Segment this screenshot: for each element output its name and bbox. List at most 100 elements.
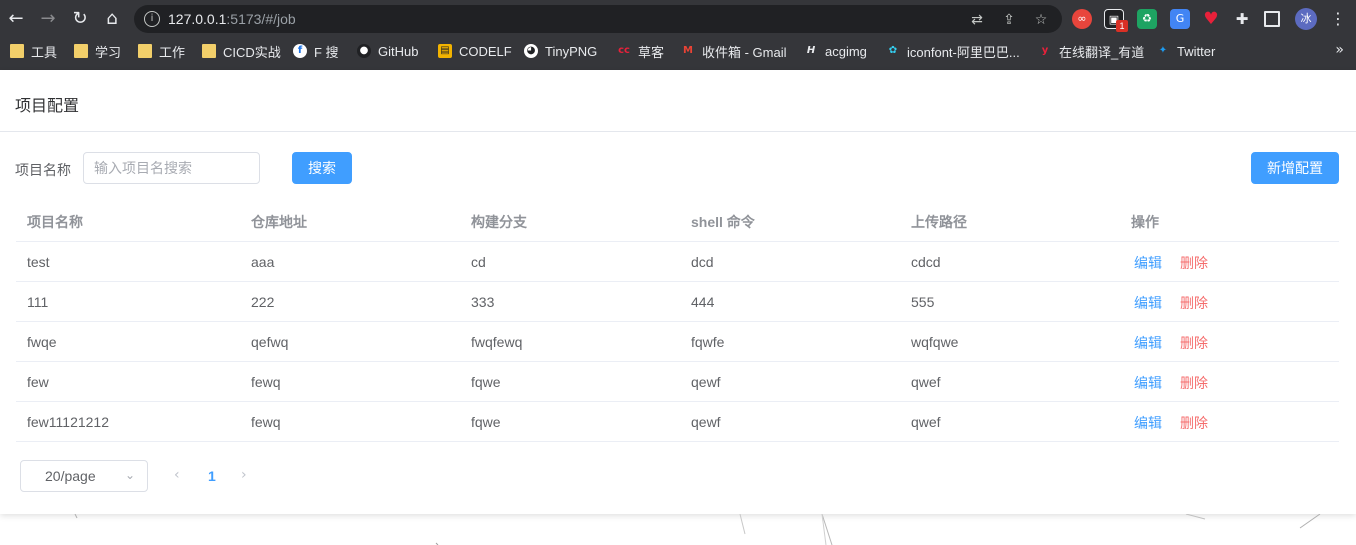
cell-name: test [27, 254, 50, 270]
cell-shell: fqwfe [691, 334, 725, 350]
bookmark-folder-tools[interactable]: 工具 [10, 42, 57, 60]
cell-name: fwqe [27, 334, 57, 350]
forward-icon[interactable]: → [36, 7, 60, 31]
add-config-button[interactable]: 新增配置 [1251, 152, 1339, 184]
next-page-button[interactable]: › [241, 467, 247, 483]
codelf-icon: ▤ [438, 44, 452, 58]
table-row: test aaa cd dcd cdcd 编辑 删除 [16, 242, 1339, 282]
table-row: 111 222 333 444 555 编辑 删除 [16, 282, 1339, 322]
folder-icon [202, 44, 216, 58]
background-decoration [74, 514, 1321, 545]
cell-path: wqfqwe [911, 334, 959, 350]
edit-button[interactable]: 编辑 [1134, 282, 1162, 322]
bookmark-gmail[interactable]: M 收件箱 - Gmail [681, 42, 787, 60]
folder-icon [138, 44, 152, 58]
delete-button[interactable]: 删除 [1180, 402, 1208, 442]
bookmark-star-icon[interactable]: ☆ [1032, 11, 1050, 29]
cell-branch: fqwe [471, 374, 501, 390]
bookmark-folder-cicd[interactable]: CICD实战 [202, 42, 281, 60]
url-host: 127.0.0.1 [168, 11, 227, 27]
translate-icon[interactable]: ⇄ [968, 11, 986, 29]
bookmark-label: CICD实战 [223, 44, 281, 60]
browser-menu-icon[interactable]: ⋮ [1328, 9, 1348, 29]
cell-repo: fewq [251, 414, 281, 430]
bookmark-label: CODELF [459, 43, 512, 59]
gmail-icon: M [683, 45, 693, 56]
share-icon[interactable]: ⇪ [1000, 11, 1018, 29]
bookmark-youdao[interactable]: y 在线翻译_有道 [1038, 42, 1145, 60]
cell-shell: qewf [691, 414, 721, 430]
edit-button[interactable]: 编辑 [1134, 322, 1162, 362]
extensions-puzzle-icon[interactable]: ✚ [1232, 9, 1252, 29]
bookmark-label: 草客 [638, 44, 665, 60]
home-icon[interactable]: ⌂ [100, 7, 124, 31]
bookmark-caoke[interactable]: cc 草客 [617, 42, 664, 60]
bookmark-folder-work[interactable]: 工作 [138, 42, 185, 60]
delete-button[interactable]: 删除 [1180, 242, 1208, 282]
iconfont-icon: ✿ [888, 45, 898, 56]
extension-translate-icon[interactable]: G [1170, 9, 1190, 29]
bookmark-f-search[interactable]: fF 搜 [293, 42, 339, 60]
table-header-row: 项目名称 仓库地址 构建分支 shell 命令 上传路径 操作 [16, 202, 1339, 242]
twitter-icon: ✦ [1158, 45, 1168, 56]
bookmark-folder-study[interactable]: 学习 [74, 42, 121, 60]
acgimg-icon: H [806, 45, 816, 56]
bookmark-label: 收件箱 - Gmail [702, 44, 787, 60]
bookmark-label: 工具 [31, 44, 58, 60]
cell-shell: dcd [691, 254, 714, 270]
page-size-select[interactable]: 20/page ⌄ [20, 460, 148, 492]
bookmarks-bar: 工具 学习 工作 CICD实战 f F 搜 ● GitHub ▤ CODELF ◕ Ti… [0, 38, 1356, 64]
site-info-icon[interactable]: i [144, 11, 160, 27]
cell-repo: aaa [251, 254, 275, 270]
cell-branch: fwqfewq [471, 334, 523, 350]
url-text[interactable]: 127.0.0.1:5173/#/job [168, 11, 296, 27]
edit-button[interactable]: 编辑 [1134, 402, 1162, 442]
edit-button[interactable]: 编辑 [1134, 242, 1162, 282]
bookmark-codelf[interactable]: ▤ CODELF [438, 42, 512, 60]
bookmarks-overflow-icon[interactable]: » [1335, 42, 1344, 58]
back-icon[interactable]: ← [4, 7, 28, 31]
side-panel-icon[interactable] [1264, 11, 1280, 27]
column-header-shell: shell 命令 [691, 214, 755, 230]
column-header-actions: 操作 [1131, 214, 1159, 230]
delete-button[interactable]: 删除 [1180, 322, 1208, 362]
table-row: fwqe qefwq fwqfewq fqwfe wqfqwe 编辑 删除 [16, 322, 1339, 362]
youdao-icon: y [1041, 45, 1049, 56]
bookmark-label: GitHub [378, 43, 419, 59]
column-header-path: 上传路径 [911, 214, 967, 230]
extension-heart-icon[interactable]: ♥ [1201, 9, 1221, 29]
cell-branch: fqwe [471, 414, 501, 430]
page-size-value: 20/page [45, 468, 96, 484]
bookmark-label: iconfont-阿里巴巴... [907, 44, 1020, 60]
extension-infinity-icon[interactable]: ∞ [1072, 9, 1092, 29]
column-header-branch: 构建分支 [471, 214, 527, 230]
delete-button[interactable]: 删除 [1180, 282, 1208, 322]
cell-path: qwef [911, 374, 941, 390]
edit-button[interactable]: 编辑 [1134, 362, 1162, 402]
address-bar[interactable]: i 127.0.0.1:5173/#/job ⇄ ⇪ ☆ [134, 5, 1062, 33]
job-config-card: 项目配置 项目名称 搜索 新增配置 项目名称 仓库地址 构建分支 shell 命… [0, 70, 1356, 514]
reload-icon[interactable]: ↻ [68, 7, 92, 31]
cell-shell: 444 [691, 294, 715, 310]
extension-recycle-icon[interactable]: ♻ [1137, 9, 1157, 29]
page-number-current[interactable]: 1 [208, 468, 216, 484]
project-search-input[interactable] [83, 152, 260, 184]
bookmark-label: Twitter [1177, 43, 1216, 59]
cc-icon: cc [618, 45, 630, 56]
prev-page-button[interactable]: ‹ [174, 467, 180, 483]
folder-icon [74, 44, 88, 58]
bookmark-github[interactable]: ● GitHub [357, 42, 418, 60]
search-button[interactable]: 搜索 [292, 152, 352, 184]
delete-button[interactable]: 删除 [1180, 362, 1208, 402]
profile-avatar[interactable]: 冰 [1295, 8, 1317, 30]
bookmark-acgimg[interactable]: Hacgimg [804, 42, 867, 60]
bookmark-iconfont[interactable]: ✿ iconfont-阿里巴巴... [886, 42, 1020, 60]
bookmark-label: TinyPNG [545, 43, 598, 59]
bookmark-label: F 搜 [314, 44, 339, 60]
bookmark-label: 学习 [95, 44, 122, 60]
bookmark-label: acgimg [825, 43, 867, 59]
bookmark-twitter[interactable]: ✦ Twitter [1156, 42, 1216, 60]
extension-badge: 1 [1116, 20, 1128, 32]
bookmark-tinypng[interactable]: ◕ TinyPNG [524, 42, 597, 60]
card-header: 项目配置 [0, 70, 1356, 132]
